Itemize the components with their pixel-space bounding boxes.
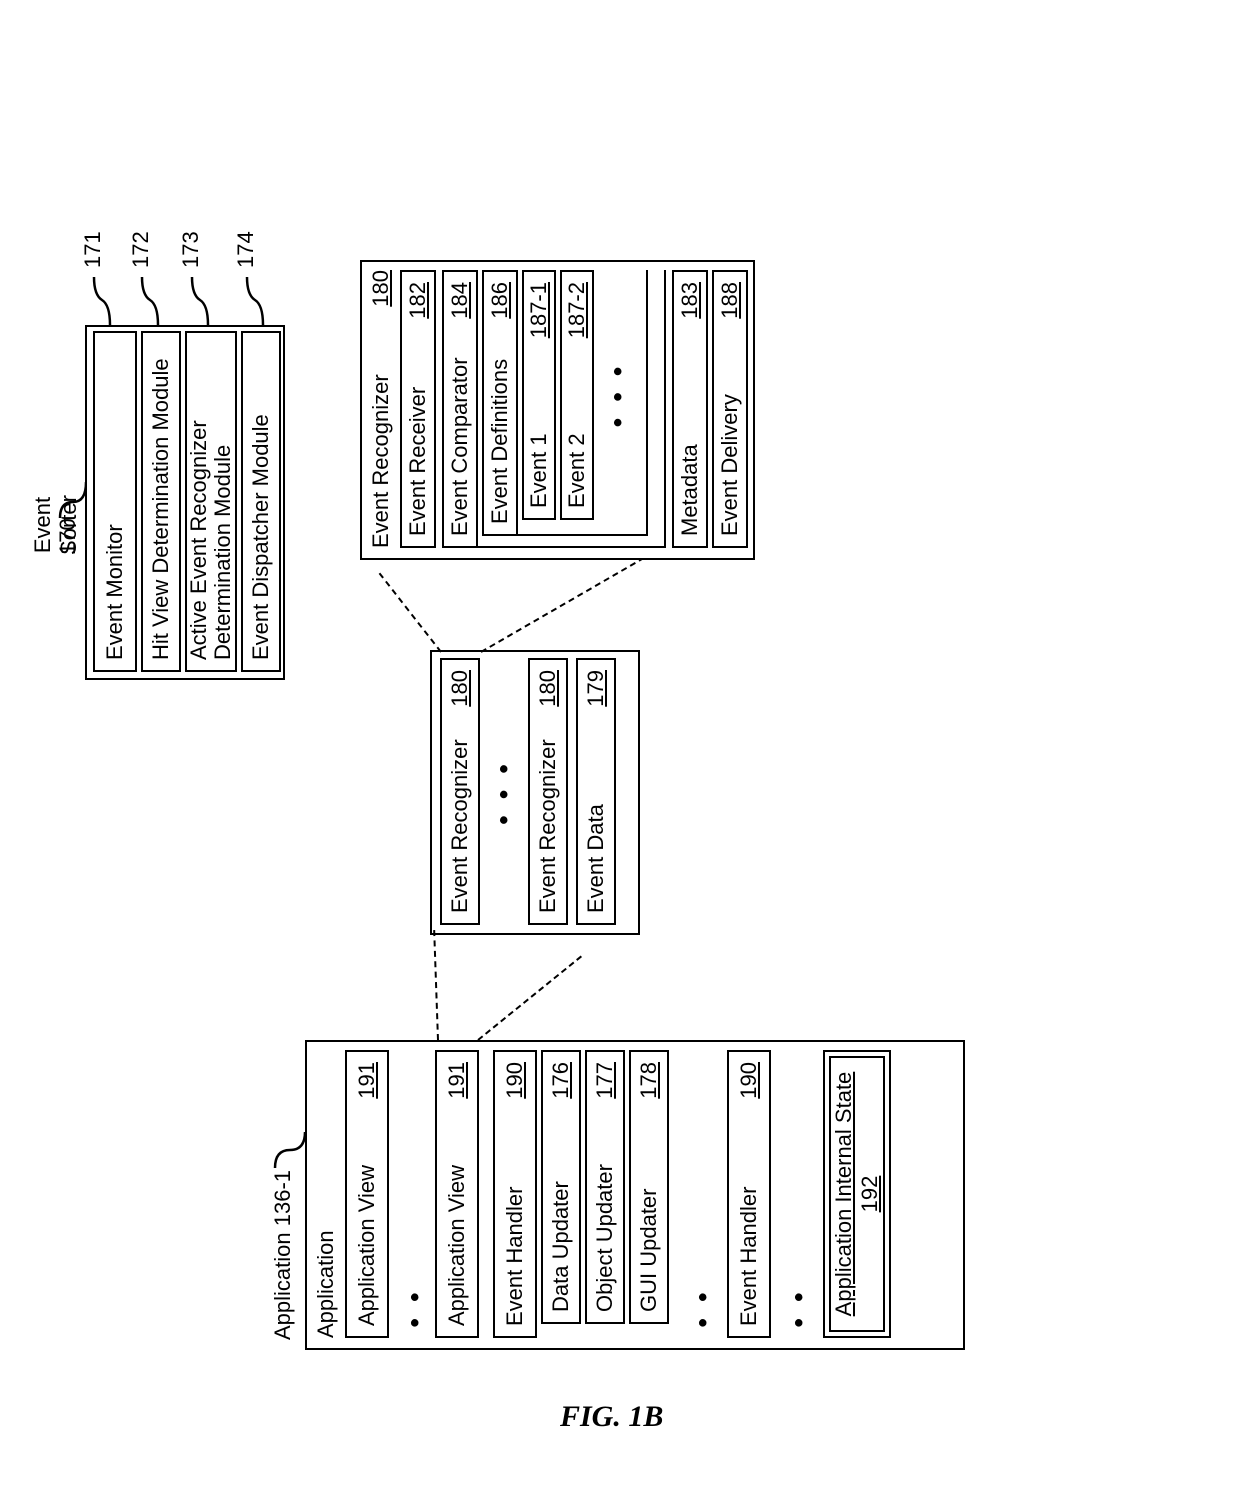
group-border-icon [482,534,646,536]
internal-state-outer: Application Internal State 192 [823,1050,891,1338]
app-view-a-label: Application View [354,1165,380,1326]
event-definitions-ref: 186 [487,282,513,319]
event-definitions-label: Event Definitions [487,359,513,524]
active-recognizer-label-l1: Active Event Recognizer [187,343,211,660]
application-header: Application [313,1032,339,1338]
event-handler-row-b: Event Handler 190 [727,1050,771,1338]
event2-row: Event 2 187-2 [560,270,594,520]
app-view-a-ref: 191 [354,1062,380,1099]
data-updater-ref: 176 [548,1062,574,1099]
event-dispatcher-label: Event Dispatcher Module [248,414,274,660]
event-definitions-row: Event Definitions 186 [482,270,518,536]
recognizer-stack-row-2: Event Data 179 [576,658,616,925]
application-label-leader-icon [273,1130,307,1170]
active-recognizer-row: Active Event Recognizer Determination Mo… [185,331,237,672]
metadata-row: Metadata 183 [672,270,708,548]
figure-page: Application 136-1 Application Applicatio… [0,0,1240,1490]
event1-label: Event 1 [526,433,552,508]
event2-label: Event 2 [564,433,590,508]
event2-ref: 187-2 [564,282,590,338]
ref-171: 171 [80,231,106,268]
event-sorter-leader-icon [58,480,88,520]
hit-view-row: Hit View Determination Module [141,331,181,672]
app-view-row-b: Application View 191 [435,1050,479,1338]
ellipsis-icon: • • • [602,270,634,520]
group-border-icon [664,270,666,548]
event-comparator-label: Event Comparator [447,357,473,536]
event-monitor-label: Event Monitor [102,524,128,660]
event-dispatcher-row: Event Dispatcher Module [241,331,281,672]
ref-173-leader-icon [190,270,215,325]
recognizer-stack-0-label: Event Recognizer [447,739,473,913]
event-sorter-ref: 170 [55,518,81,555]
object-updater-row: Object Updater 177 [585,1050,625,1324]
app-view-b-label: Application View [444,1165,470,1326]
event-receiver-ref: 182 [405,282,431,319]
internal-state-row: Application Internal State 192 [829,1056,885,1332]
recognizer-detail-header: Event Recognizer 180 [368,270,394,548]
recognizer-stack-2-label: Event Data [583,804,609,913]
recognizer-stack-0-ref: 180 [447,670,473,707]
event-delivery-row: Event Delivery 188 [712,270,748,548]
object-updater-ref: 177 [592,1062,618,1099]
ellipsis-icon: • • • [488,652,520,933]
event-receiver-label: Event Receiver [405,387,431,536]
group-border-icon [442,546,664,548]
internal-state-ref: 192 [857,1176,883,1213]
event-monitor-row: Event Monitor [93,331,137,672]
event-receiver-row: Event Receiver 182 [400,270,436,548]
projection-dash-icon [433,930,439,1040]
recognizer-stack-row-1: Event Recognizer 180 [528,658,568,925]
recognizer-detail-header-ref: 180 [368,270,394,307]
recognizer-stack-1-label: Event Recognizer [535,739,561,913]
ref-171-leader-icon [92,270,117,325]
figure-label: FIG. 1B [560,1400,663,1434]
metadata-label: Metadata [677,444,703,536]
group-border-icon [646,270,648,536]
event-handler-a-label: Event Handler [502,1187,528,1326]
internal-state-label: Application Internal State [831,1072,857,1317]
active-recognizer-label: Active Event Recognizer Determination Mo… [187,343,235,660]
event-handler-row-a: Event Handler 190 [493,1050,537,1338]
projection-dash-icon [477,956,582,1041]
recognizer-stack-block: Event Recognizer 180 • • • Event Recogni… [430,650,640,935]
event-comparator-row: Event Comparator 184 [442,270,478,548]
gui-updater-row: GUI Updater 178 [629,1050,669,1324]
ref-172-leader-icon [140,270,165,325]
recognizer-detail-header-label: Event Recognizer [368,374,394,548]
recognizer-stack-row-0: Event Recognizer 180 [440,658,480,925]
gui-updater-ref: 178 [636,1062,662,1099]
application-block: Application Application View 191 • • • A… [305,1040,965,1350]
event-comparator-ref: 184 [447,282,473,319]
projection-dash-icon [379,573,442,653]
ref-174-leader-icon [245,270,270,325]
ref-173: 173 [178,231,204,268]
event-handler-b-label: Event Handler [736,1187,762,1326]
event-sorter-block: Event Monitor Hit View Determination Mod… [85,325,285,680]
event-delivery-ref: 188 [717,282,743,319]
metadata-ref: 183 [677,282,703,319]
data-updater-label: Data Updater [548,1181,574,1312]
data-updater-row: Data Updater 176 [541,1050,581,1324]
object-updater-label: Object Updater [592,1164,618,1312]
recognizer-detail-block: Event Recognizer 180 Event Receiver 182 … [360,260,755,560]
event-delivery-label: Event Delivery [717,394,743,536]
hit-view-label: Hit View Determination Module [148,358,174,660]
event-handler-a-ref: 190 [502,1062,528,1099]
event1-ref: 187-1 [526,282,552,338]
recognizer-stack-1-ref: 180 [535,670,561,707]
application-outer-label: Application 136-1 [270,1170,296,1340]
ref-172: 172 [128,231,154,268]
event1-row: Event 1 187-1 [522,270,556,520]
app-view-b-ref: 191 [444,1062,470,1099]
event-handler-b-ref: 190 [736,1062,762,1099]
rotated-canvas: Application 136-1 Application Applicatio… [0,0,1240,1490]
gui-updater-label: GUI Updater [636,1189,662,1313]
recognizer-stack-2-ref: 179 [583,670,609,707]
app-view-row-a: Application View 191 [345,1050,389,1338]
ref-174: 174 [233,231,259,268]
active-recognizer-label-l2: Determination Module [211,343,235,660]
